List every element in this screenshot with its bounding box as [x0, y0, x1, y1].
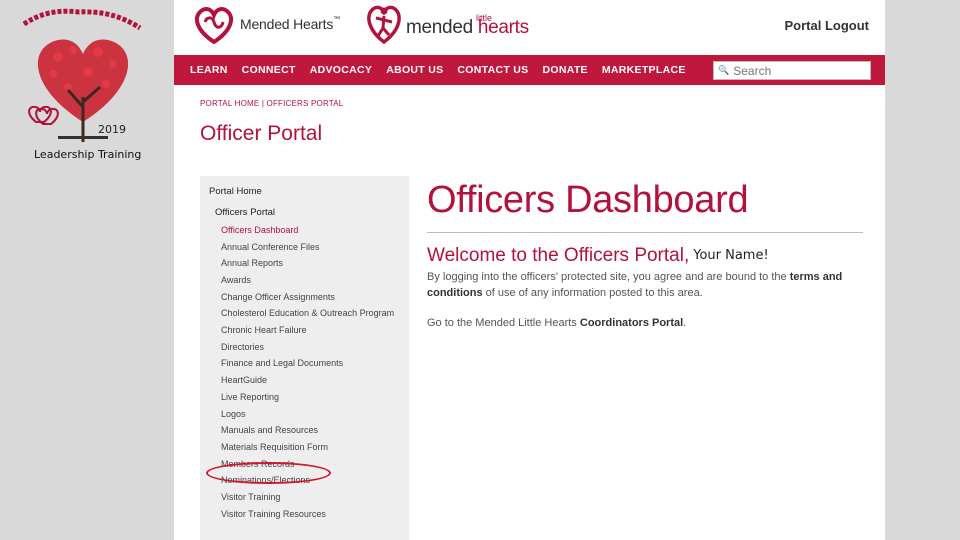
coord-text-a: Go to the Mended Little Hearts — [427, 317, 580, 329]
welcome-heading: Welcome to the Officers Portal, Your Name… — [427, 245, 863, 267]
sidebar-item-awards[interactable]: Awards — [221, 272, 409, 289]
coord-text-c: . — [683, 317, 687, 329]
sidebar-item-change-officer-assignments[interactable]: Change Officer Assignments — [221, 289, 409, 306]
search-input[interactable] — [733, 63, 854, 78]
sidebar-item-directories[interactable]: Directories — [221, 339, 409, 356]
sidebar-item-cholesterol-education[interactable]: Cholesterol Education & Outreach Program — [221, 306, 409, 323]
nav-learn[interactable]: LEARN — [190, 64, 228, 76]
brand-mended: mended — [406, 17, 478, 38]
main-content: Officers Dashboard Welcome to the Office… — [427, 176, 863, 329]
coordinators-portal-link[interactable]: Coordinators Portal — [580, 317, 683, 329]
website-window: Mended Hearts™ little mended hearts Port… — [174, 0, 885, 540]
sidebar-officers-portal[interactable]: Officers Portal — [215, 207, 409, 218]
slide-decoration: 2019 Leadership Training — [0, 0, 170, 540]
portal-sidebar: Portal Home Officers Portal Officers Das… — [200, 176, 409, 540]
sidebar-item-chronic-heart-failure[interactable]: Chronic Heart Failure — [221, 322, 409, 339]
sidebar-item-visitor-training-resources[interactable]: Visitor Training Resources — [221, 506, 409, 523]
portal-logout-link[interactable]: Portal Logout — [785, 18, 870, 33]
terms-text-c: of use of any information posted to this… — [482, 287, 703, 299]
mended-little-hearts-logo[interactable]: little mended hearts — [366, 2, 529, 44]
breadcrumb[interactable]: PORTAL HOME | OFFICERS PORTAL — [200, 99, 343, 108]
dashboard-title: Officers Dashboard — [427, 179, 749, 221]
heart-tree-icon — [22, 8, 142, 142]
training-label: Leadership Training — [34, 148, 142, 161]
divider — [427, 232, 863, 233]
sidebar-item-officers-dashboard[interactable]: Officers Dashboard — [221, 222, 409, 239]
nav-marketplace[interactable]: MARKETPLACE — [602, 64, 686, 76]
nav-contact-us[interactable]: CONTACT US — [457, 64, 528, 76]
sidebar-item-live-reporting[interactable]: Live Reporting — [221, 389, 409, 406]
page-title: Officer Portal — [200, 122, 323, 145]
welcome-text: Welcome to the Officers Portal, — [427, 245, 690, 266]
sidebar-item-heartguide[interactable]: HeartGuide — [221, 372, 409, 389]
search-icon: 🔍 — [718, 65, 730, 75]
trademark-symbol: ™ — [333, 16, 340, 23]
mended-hearts-logo[interactable]: Mended Hearts™ — [192, 4, 340, 44]
nav-donate[interactable]: DONATE — [542, 64, 587, 76]
terms-paragraph: By logging into the officers' protected … — [427, 269, 863, 301]
heart-logo-icon — [195, 7, 233, 44]
figure-heart-icon — [367, 5, 401, 44]
sidebar-item-logos[interactable]: Logos — [221, 406, 409, 423]
coordinators-paragraph: Go to the Mended Little Hearts Coordinat… — [427, 317, 863, 329]
brand-little-label: little — [476, 13, 493, 23]
nav-about-us[interactable]: ABOUT US — [386, 64, 443, 76]
terms-text-a: By logging into the officers' protected … — [427, 271, 790, 283]
sidebar-portal-home[interactable]: Portal Home — [209, 186, 409, 197]
brand-name: Mended Hearts — [240, 16, 334, 32]
site-header: Mended Hearts™ little mended hearts Port… — [174, 0, 885, 54]
sidebar-item-visitor-training[interactable]: Visitor Training — [221, 489, 409, 506]
nav-connect[interactable]: CONNECT — [242, 64, 296, 76]
sidebar-item-materials-requisition[interactable]: Materials Requisition Form — [221, 439, 409, 456]
sidebar-item-annual-conference-files[interactable]: Annual Conference Files — [221, 239, 409, 256]
nav-advocacy[interactable]: ADVOCACY — [310, 64, 373, 76]
sidebar-item-finance-legal[interactable]: Finance and Legal Documents — [221, 355, 409, 372]
highlight-circle — [206, 462, 331, 484]
sidebar-item-manuals-resources[interactable]: Manuals and Resources — [221, 422, 409, 439]
search-box[interactable]: 🔍 — [713, 61, 871, 80]
sidebar-item-annual-reports[interactable]: Annual Reports — [221, 255, 409, 272]
user-name: Your Name! — [693, 248, 769, 263]
year-label: 2019 — [98, 123, 126, 136]
